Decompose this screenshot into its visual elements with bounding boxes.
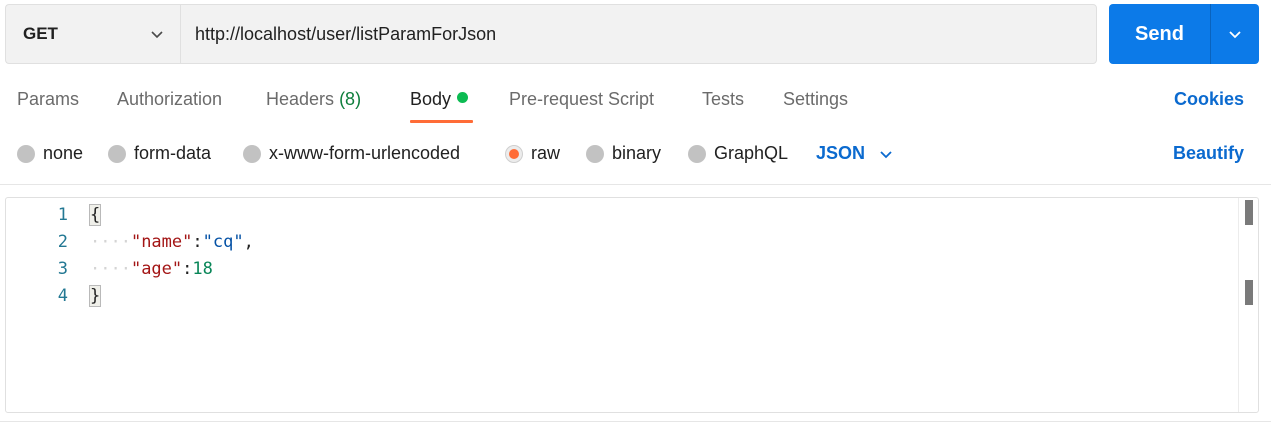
tab-settings[interactable]: Settings	[783, 89, 848, 110]
code-content: { ····"name":"cq", ····"age":18 }	[88, 202, 254, 310]
send-options-button[interactable]	[1211, 4, 1259, 64]
line-number: 3	[57, 259, 68, 279]
cookies-link[interactable]: Cookies	[1174, 89, 1244, 110]
body-status-dot	[457, 92, 469, 103]
tab-pre-request-script[interactable]: Pre-request Script	[509, 89, 654, 110]
json-colon: :	[192, 232, 203, 252]
scrollbar-marker	[1245, 280, 1253, 305]
radio-label: raw	[531, 143, 561, 163]
tab-tests[interactable]: Tests	[702, 89, 744, 110]
radio-graphql[interactable]: GraphQL	[688, 143, 788, 164]
tab-authorization[interactable]: Authorization	[117, 89, 222, 110]
radio-label: x-www-form-urlencoded	[269, 143, 461, 163]
radio-binary[interactable]: binary	[586, 143, 661, 164]
line-number: 2	[57, 232, 68, 252]
active-tab-underline	[410, 120, 473, 123]
json-comma: ,	[243, 232, 254, 252]
radio-form-data[interactable]: form-data	[108, 143, 211, 164]
json-colon: :	[182, 259, 193, 279]
raw-format-select[interactable]: JSON	[816, 143, 893, 164]
tab-headers-label: Headers	[266, 89, 335, 109]
radio-circle	[688, 144, 706, 163]
radio-circle	[586, 144, 604, 163]
radio-circle	[108, 144, 126, 163]
radio-label: GraphQL	[714, 143, 789, 163]
beautify-link[interactable]: Beautify	[1173, 143, 1244, 164]
divider	[0, 184, 1271, 185]
method-select[interactable]: GET	[5, 4, 180, 64]
radio-circle-checked	[505, 144, 523, 163]
indent-guide: ····	[90, 232, 131, 252]
json-value: "cq"	[202, 232, 244, 252]
radio-label: binary	[612, 143, 662, 163]
tab-headers[interactable]: Headers (8)	[266, 89, 361, 110]
radio-raw[interactable]: raw	[505, 143, 560, 164]
url-text: http://localhost/user/listParamForJson	[195, 23, 497, 44]
tab-body-label: Body	[410, 89, 452, 109]
editor-scrollbar[interactable]	[1238, 198, 1258, 412]
radio-label: none	[43, 143, 84, 163]
body-type-row: none form-data x-www-form-urlencoded raw…	[0, 136, 1271, 172]
method-label: GET	[23, 24, 58, 43]
code-line: }	[88, 283, 254, 310]
headers-count: (8)	[339, 89, 362, 109]
chevron-down-icon	[1229, 31, 1241, 39]
close-brace: }	[88, 285, 102, 307]
radio-label: form-data	[134, 143, 212, 163]
url-input[interactable]: http://localhost/user/listParamForJson	[180, 4, 1097, 64]
radio-circle	[17, 144, 35, 163]
chevron-down-icon	[151, 31, 163, 39]
chevron-down-icon	[880, 150, 892, 158]
indent-guide: ····	[90, 259, 131, 279]
code-line: ····"name":"cq",	[90, 229, 254, 256]
line-number: 4	[57, 286, 68, 306]
open-brace: {	[88, 204, 102, 226]
send-button-group: Send	[1109, 4, 1259, 64]
code-line: ····"age":18	[90, 256, 254, 283]
tab-params[interactable]: Params	[17, 89, 79, 110]
scrollbar-thumb[interactable]	[1245, 200, 1253, 225]
raw-format-label: JSON	[816, 143, 866, 163]
request-tabs: Params Authorization Headers (8) Body Pr…	[0, 78, 1271, 126]
radio-circle	[243, 144, 261, 163]
divider	[0, 421, 1271, 422]
code-line: {	[88, 202, 254, 229]
code-editor[interactable]: 1 2 3 4 { ····"name":"cq", ····"age":18 …	[5, 197, 1259, 413]
tab-body[interactable]: Body	[410, 89, 469, 110]
radio-x-www-form-urlencoded[interactable]: x-www-form-urlencoded	[243, 143, 460, 164]
radio-none[interactable]: none	[17, 143, 83, 164]
line-number-gutter: 1 2 3 4	[6, 202, 68, 310]
json-key: "age"	[130, 259, 183, 279]
send-button[interactable]: Send	[1109, 4, 1210, 64]
json-key: "name"	[130, 232, 193, 252]
json-value: 18	[192, 259, 213, 279]
line-number: 1	[57, 205, 68, 225]
